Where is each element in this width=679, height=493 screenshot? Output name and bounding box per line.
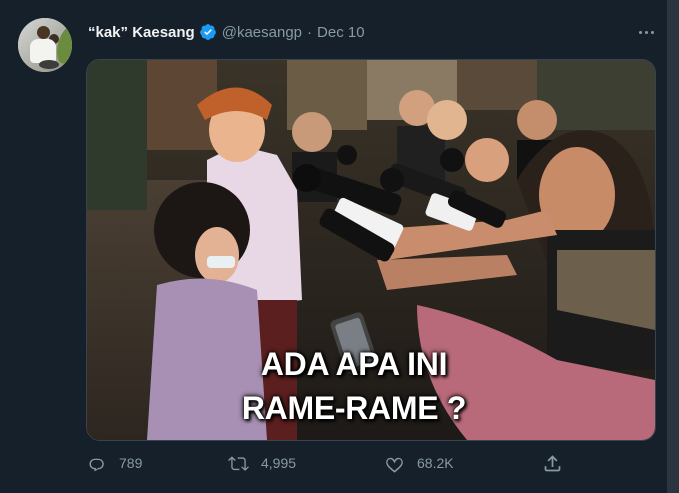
retweet-icon [228,455,249,471]
user-handle[interactable]: @kaesangp [222,24,302,41]
tweet-header: “kak” Kaesang @kaesangp · Dec 10 [88,21,365,43]
heart-icon [386,457,403,473]
retweet-count: 4,995 [261,455,297,471]
retweet-button[interactable]: 4,995 [228,448,296,478]
avatar-head [37,26,50,39]
caption-line-2: RAME-RAME ? [241,390,467,426]
more-horizontal-icon-dot [650,30,654,34]
tweet-actions: 789 4,995 68.2K [86,448,666,478]
avatar-pan [39,60,59,69]
photo-illustration [87,60,655,440]
avatar[interactable] [18,18,72,72]
caption-line-1: ADA APA INI [260,346,448,382]
like-button[interactable]: 68.2K [384,448,454,478]
verified-badge-icon [199,24,216,40]
reply-count: 789 [119,455,143,471]
display-name[interactable]: “kak” Kaesang [88,24,195,41]
reply-icon [89,458,104,471]
reply-button[interactable]: 789 [86,448,142,478]
like-count: 68.2K [417,455,454,471]
tweet[interactable]: “kak” Kaesang @kaesangp · Dec 10 ADA APA… [0,0,667,493]
separator-dot: · [307,23,313,41]
tweet-image[interactable]: ADA APA INI RAME-RAME ? [86,59,656,441]
share-icon [544,454,561,471]
scrollbar-track[interactable] [667,0,679,493]
more-horizontal-icon-dot [644,30,648,34]
share-button[interactable] [542,448,563,478]
more-options-button[interactable] [632,18,660,46]
more-horizontal-icon [638,30,642,34]
tweet-date[interactable]: Dec 10 [317,24,365,41]
